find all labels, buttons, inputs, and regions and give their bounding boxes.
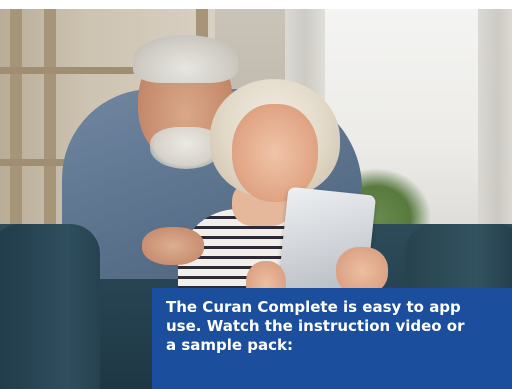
sofa-arm-left <box>0 224 100 389</box>
page: The Curan Complete is easy to app use. W… <box>0 0 512 389</box>
man-hair <box>133 35 238 83</box>
caption-text: The Curan Complete is easy to app use. W… <box>166 298 512 355</box>
woman-face <box>232 104 318 202</box>
shelf-post <box>44 9 56 249</box>
caption-box: The Curan Complete is easy to app use. W… <box>152 288 512 389</box>
man-hand <box>142 227 204 265</box>
shelf-post <box>10 9 22 249</box>
caption-line-2: use. Watch the instruction video or <box>166 317 465 335</box>
curtain <box>478 9 512 249</box>
caption-line-3: a sample pack: <box>166 336 294 354</box>
caption-line-1: The Curan Complete is easy to app <box>166 298 461 316</box>
